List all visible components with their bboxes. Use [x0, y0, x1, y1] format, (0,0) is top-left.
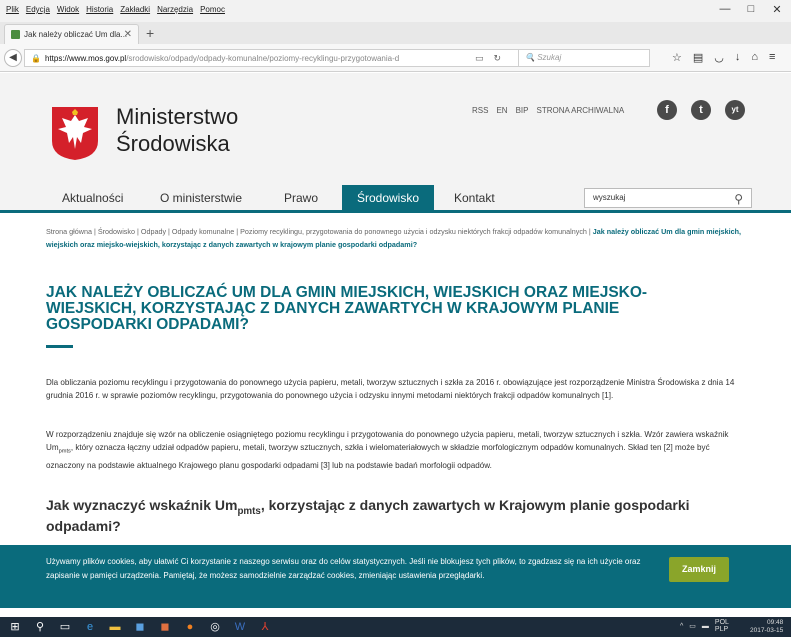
brand-line-2: Środowiska [116, 131, 230, 156]
language-indicator[interactable]: POL PLP [715, 619, 729, 633]
breadcrumb-srodowisko[interactable]: Środowisko [98, 227, 135, 236]
network-icon[interactable]: ▭ [689, 622, 696, 630]
url-domain: https://www.mos.gov.pl [44, 53, 127, 63]
url-bar[interactable]: 🔒 https://www.mos.gov.pl/srodowisko/odpa… [24, 49, 522, 67]
browser-tab[interactable]: Jak należy obliczać Um dla... ✕ [4, 24, 139, 44]
cookie-text: Używamy plików cookies, aby ułatwić Ci k… [46, 557, 641, 580]
menu-edycja[interactable]: Edycja [26, 5, 50, 14]
menu-narzedzia[interactable]: Narzędzia [157, 5, 193, 14]
menu-widok[interactable]: Widok [57, 5, 79, 14]
paragraph-2-end: , który oznacza łączny udział odpadów pa… [46, 443, 710, 471]
nav-o-ministerstwie[interactable]: O ministerstwie [160, 191, 242, 205]
search-icon: 🔍 [525, 53, 535, 62]
pocket-icon[interactable]: ◡ [714, 51, 724, 64]
browser-navbar: ◀ 🔒 https://www.mos.gov.pl/srodowisko/od… [0, 44, 791, 72]
site-search-input[interactable]: wyszukaj ⚲ [584, 188, 752, 208]
clock-date: 2017-03-15 [750, 627, 784, 634]
star-icon[interactable]: ☆ [672, 51, 682, 64]
menu-zakladki[interactable]: Zakładki [120, 5, 150, 14]
social-links: f t yt [657, 100, 745, 120]
download-icon[interactable]: ↓ [735, 51, 741, 64]
search-taskbar-icon[interactable]: ⚲ [33, 620, 47, 634]
paragraph-2: W rozporządzeniu znajduje się wzór na ob… [46, 428, 746, 472]
windows-start-icon[interactable]: ⊞ [8, 620, 22, 634]
lock-icon: 🔒 [31, 53, 41, 63]
menu-icon[interactable]: ≡ [769, 51, 775, 64]
file-explorer-icon[interactable]: ▬ [108, 620, 122, 634]
language-code: POL [714, 619, 729, 626]
chevron-up-icon[interactable]: ^ [680, 623, 683, 630]
nav-prawo[interactable]: Prawo [284, 191, 318, 205]
menu-plik[interactable]: Plik [6, 5, 19, 14]
pdf-icon[interactable]: ⅄ [258, 620, 272, 634]
nav-aktualnosci[interactable]: Aktualności [62, 191, 123, 205]
breadcrumb-odpady[interactable]: Odpady [141, 227, 166, 236]
firefox-icon[interactable]: ● [183, 620, 197, 634]
bip-link[interactable]: BIP [516, 106, 529, 115]
facebook-icon[interactable]: f [657, 100, 677, 120]
reload-icon[interactable]: ↻ [494, 53, 502, 64]
notification-icon[interactable]: ▬ [702, 623, 709, 630]
browser-search-placeholder: Szukaj [537, 53, 562, 62]
system-tray: ^ ▭ ▬ POL PLP [680, 619, 729, 633]
archive-link[interactable]: STRONA ARCHIWALNA [536, 106, 624, 115]
breadcrumb-home[interactable]: Strona główna [46, 227, 92, 236]
breadcrumb: Strona główna | Środowisko | Odpady | Od… [46, 227, 741, 249]
cookie-close-button[interactable]: Zamknij [669, 557, 729, 582]
breadcrumb-odpady-komunalne[interactable]: Odpady komunalne [172, 227, 234, 236]
word-icon[interactable]: W [233, 620, 247, 634]
brand-line-1: Ministerstwo [116, 104, 239, 129]
clock[interactable]: 09:48 2017-03-15 [750, 619, 783, 635]
section-heading-subscript: pmts [237, 505, 261, 517]
top-links: RSS EN BIP STRONA ARCHIWALNA [472, 106, 624, 115]
nav-kontakt[interactable]: Kontakt [454, 191, 495, 205]
site-brand[interactable]: Ministerstwo Środowiska [116, 103, 238, 157]
cookie-banner: Używamy plików cookies, aby ułatwić Ci k… [0, 545, 791, 608]
paragraph-2-subscript: pmts [58, 448, 71, 455]
page-content: Ministerstwo Środowiska RSS EN BIP STRON… [0, 73, 791, 541]
close-window-button[interactable]: ✕ [764, 3, 790, 16]
chrome-icon[interactable]: ◎ [208, 620, 222, 634]
tab-strip: Jak należy obliczać Um dla... ✕ + [0, 22, 791, 44]
library-icon[interactable]: ▤ [693, 51, 703, 64]
keyboard-code: PLP [714, 626, 729, 633]
breadcrumb-poziomy[interactable]: Poziomy recyklingu, przygotowania do pon… [240, 227, 587, 236]
rss-link[interactable]: RSS [472, 106, 488, 115]
minimize-button[interactable]: — [712, 3, 738, 16]
tab-title: Jak należy obliczać Um dla... [24, 30, 128, 39]
magnifier-icon[interactable]: ⚲ [734, 190, 743, 208]
url-path: /srodowisko/odpady/odpady-komunalne/pozi… [126, 53, 400, 63]
title-underline [46, 345, 73, 348]
en-link[interactable]: EN [496, 106, 507, 115]
powerpoint-icon[interactable]: ◼ [158, 620, 172, 634]
task-view-icon[interactable]: ▭ [58, 620, 72, 634]
twitter-icon[interactable]: t [691, 100, 711, 120]
favicon-icon [11, 30, 20, 39]
browser-menubar: Plik Edycja Widok Historia Zakładki Narz… [0, 0, 791, 22]
section-heading: Jak wyznaczyć wskaźnik Umpmts, korzystaj… [46, 498, 736, 534]
new-tab-icon[interactable]: + [146, 25, 154, 41]
section-heading-start: Jak wyznaczyć wskaźnik Um [46, 497, 238, 513]
main-navigation: Aktualności O ministerstwie Prawo Środow… [0, 185, 791, 213]
maximize-button[interactable]: □ [738, 3, 764, 16]
menu-pomoc[interactable]: Pomoc [200, 5, 225, 14]
polish-eagle-emblem-icon[interactable] [50, 105, 100, 161]
reader-icon[interactable]: ▭ [475, 53, 484, 64]
close-tab-icon[interactable]: ✕ [124, 29, 132, 40]
browser-search-input[interactable]: 🔍 Szukaj [518, 49, 650, 67]
page-title: Jak należy obliczać Um dla gmin miejskic… [46, 284, 648, 333]
edge-icon[interactable]: e [83, 620, 97, 634]
back-icon[interactable]: ◀ [4, 49, 22, 67]
paragraph-1: Dla obliczania poziomu recyklingu i przy… [46, 378, 735, 401]
menu-historia[interactable]: Historia [86, 5, 113, 14]
youtube-icon[interactable]: yt [725, 100, 745, 120]
nav-srodowisko[interactable]: Środowisko [342, 185, 434, 213]
clock-time: 09:48 [766, 619, 784, 626]
windows-taskbar: ⊞ ⚲ ▭ e ▬ ◼ ◼ ● ◎ W ⅄ ^ ▭ ▬ POL PLP 09:48… [0, 617, 791, 637]
site-search-value: wyszukaj [593, 193, 626, 202]
store-icon[interactable]: ◼ [133, 620, 147, 634]
home-icon[interactable]: ⌂ [751, 51, 758, 64]
